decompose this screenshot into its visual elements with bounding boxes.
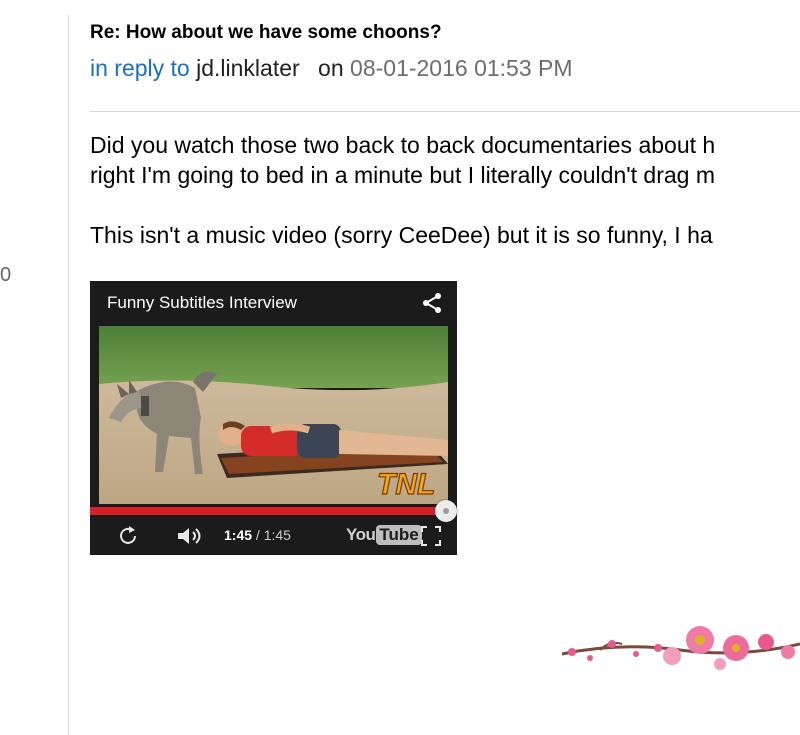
- reply-date: 08-01-2016 01:53 PM: [350, 55, 573, 81]
- post-body-line: right I'm going to bed in a minute but I…: [90, 162, 715, 188]
- time-display: 1:45 / 1:45: [224, 527, 291, 543]
- youtube-embed[interactable]: Funny Subtitles Interview TNL 1:45 / 1:4…: [90, 281, 457, 555]
- player-controls: 1:45 / 1:45 You Tube: [90, 517, 457, 555]
- header-divider: [90, 111, 800, 112]
- in-reply-to-link[interactable]: in reply to: [90, 55, 190, 81]
- replay-icon[interactable]: [118, 525, 140, 552]
- post-body-line: This isn't a music video (sorry CeeDee) …: [90, 222, 713, 248]
- reply-on-label: on: [318, 55, 344, 81]
- youtube-logo-tube: Tube: [376, 525, 422, 545]
- reply-username[interactable]: jd.linklater: [196, 55, 300, 81]
- video-progress-bar[interactable]: [90, 500, 457, 522]
- youtube-logo[interactable]: You Tube: [346, 525, 422, 547]
- youtube-logo-you: You: [346, 525, 376, 544]
- share-icon[interactable]: [421, 292, 443, 319]
- time-total: 1:45: [263, 527, 291, 543]
- fullscreen-icon[interactable]: [420, 525, 442, 552]
- cherry-blossom-decoration: [560, 620, 800, 685]
- column-divider: [68, 15, 69, 735]
- time-separator: /: [252, 527, 264, 543]
- post-title: Re: How about we have some choons?: [90, 22, 442, 43]
- time-current: 1:45: [224, 527, 253, 543]
- progress-fill: [90, 507, 457, 515]
- video-title[interactable]: Funny Subtitles Interview: [107, 293, 297, 313]
- post-body-line: Did you watch those two back to back doc…: [90, 132, 716, 158]
- video-watermark: TNL: [377, 468, 435, 501]
- video-thumbnail[interactable]: TNL: [99, 326, 448, 504]
- sidebar-count: 0: [0, 264, 12, 286]
- reply-meta: in reply to jd.linklater on 08-01-2016 0…: [90, 55, 573, 82]
- volume-icon[interactable]: [176, 525, 206, 552]
